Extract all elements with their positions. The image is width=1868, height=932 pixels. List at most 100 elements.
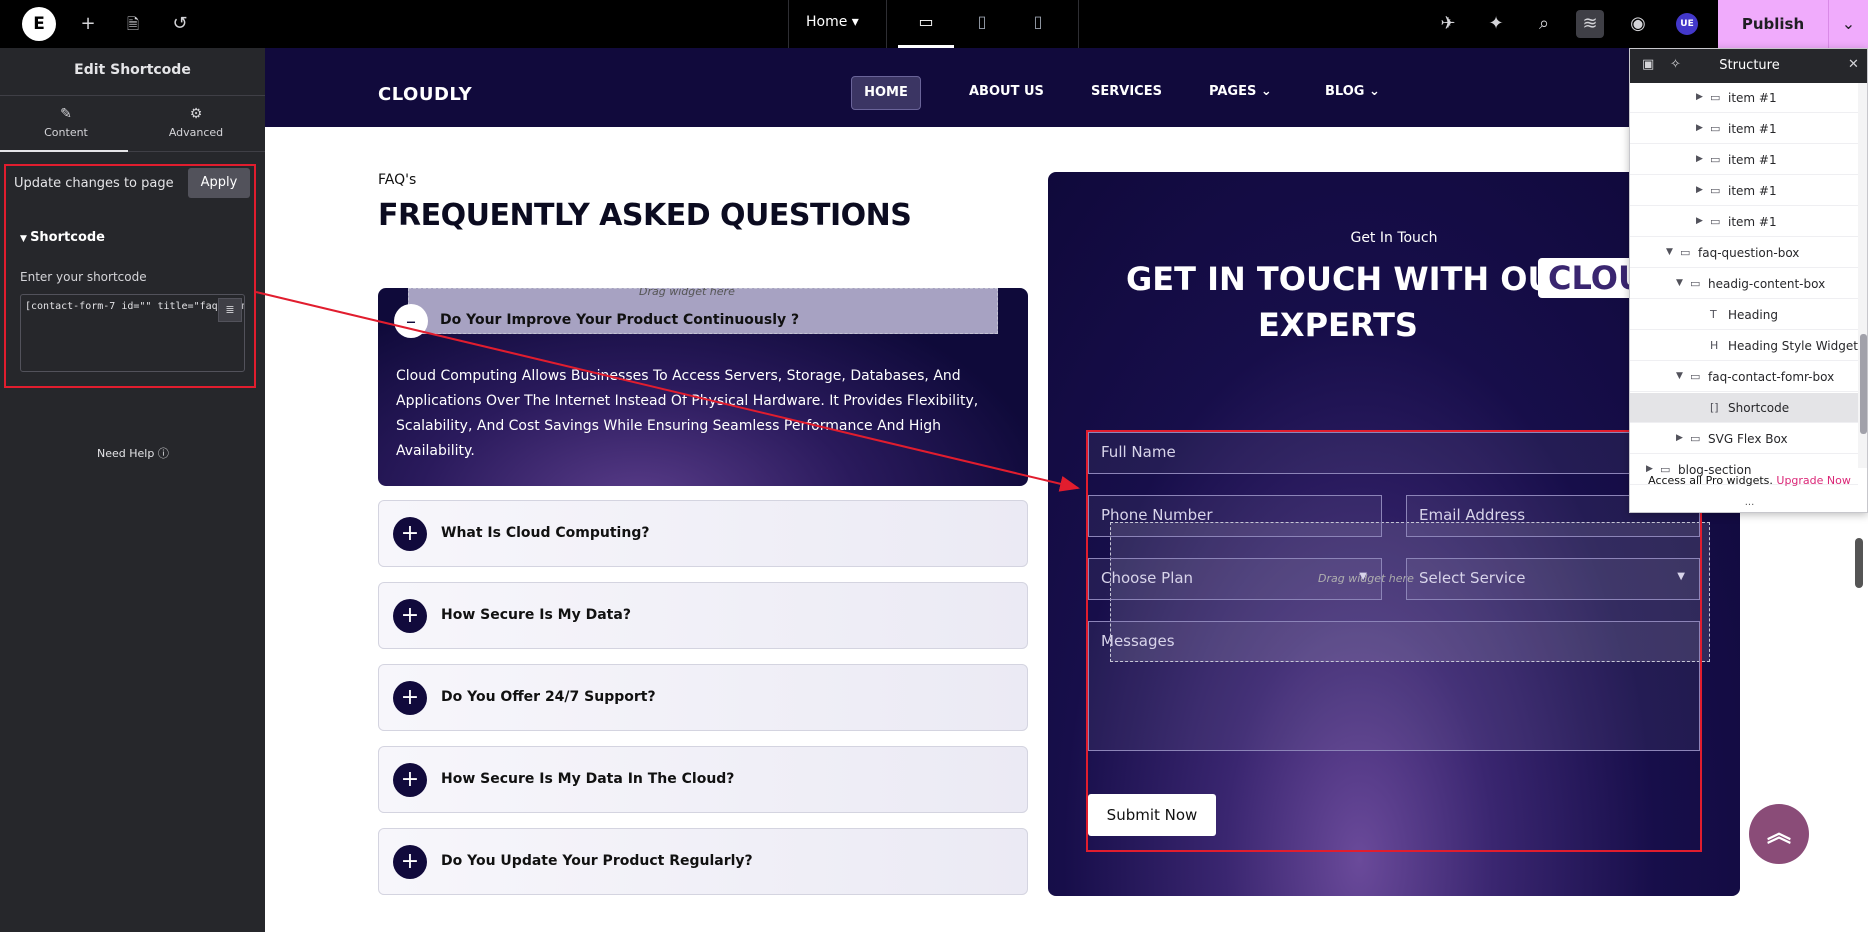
structure-row[interactable]: ▶ ▭ item #1 — [1630, 83, 1858, 113]
faq-item[interactable]: + Do You Offer 24/7 Support? — [378, 664, 1028, 731]
caret-right-icon[interactable]: ▶ — [1696, 216, 1703, 226]
search-icon[interactable]: ⌕ — [1530, 10, 1558, 38]
preview-icon[interactable]: ◉ — [1624, 10, 1652, 38]
mobile-icon[interactable]: ▯ — [1026, 12, 1050, 36]
element-icon: ▭ — [1710, 122, 1721, 135]
close-icon[interactable]: ✕ — [1848, 57, 1859, 72]
caret-down-icon[interactable]: ▼ — [1676, 371, 1683, 381]
faq-question: How Secure Is My Data? — [441, 607, 631, 623]
gear-icon: ⚙ — [189, 106, 203, 122]
faq-question[interactable]: Do Your Improve Your Product Continuousl… — [440, 312, 799, 328]
caret-right-icon[interactable]: ▶ — [1696, 123, 1703, 133]
chevron-down-icon[interactable]: ⌄ — [1828, 0, 1868, 48]
apply-button[interactable]: Apply — [188, 168, 250, 198]
nav-blog[interactable]: BLOG ⌄ — [1325, 84, 1380, 99]
structure-row-label: faq-question-box — [1698, 246, 1800, 260]
structure-row[interactable]: ▶ ▭ item #1 — [1630, 176, 1858, 206]
shortcode-section-toggle[interactable]: ▼ Shortcode — [20, 230, 105, 245]
notifications-icon[interactable]: ✦ — [1482, 10, 1510, 38]
tab-content[interactable]: ✎ Content — [0, 106, 132, 139]
caret-right-icon[interactable]: ▶ — [1696, 92, 1703, 102]
dynamic-tags-icon[interactable]: ≣ — [218, 298, 242, 322]
caret-down-icon: ▼ — [20, 234, 31, 244]
element-icon: ▭ — [1680, 246, 1691, 259]
canvas-scrollbar[interactable] — [1855, 538, 1863, 588]
structure-title: Structure — [1719, 58, 1780, 73]
nav-services[interactable]: SERVICES — [1091, 84, 1162, 99]
need-help-label: Need Help — [97, 447, 155, 460]
publish-button[interactable]: Publish — [1718, 0, 1828, 48]
element-icon: T — [1710, 308, 1717, 321]
structure-row-label: Heading — [1728, 308, 1778, 322]
shortcode-textarea[interactable]: [contact-form-7 id="" title="faq Form"] — [20, 294, 245, 372]
minus-icon[interactable]: – — [394, 304, 428, 338]
faq-item[interactable]: + How Secure Is My Data? — [378, 582, 1028, 649]
more-handle[interactable]: ... — [1630, 497, 1867, 508]
structure-row-label: item #1 — [1728, 153, 1777, 167]
structure-row[interactable]: ▶ ▭ item #1 — [1630, 207, 1858, 237]
desktop-icon[interactable]: ▭ — [914, 12, 938, 36]
nav-blog-label: BLOG — [1325, 84, 1365, 99]
chevron-down-icon: ⌄ — [1368, 84, 1380, 99]
need-help-link[interactable]: Need Help ⓘ — [97, 445, 169, 461]
add-icon[interactable]: + — [74, 10, 102, 38]
shortcode-field-label: Enter your shortcode — [20, 270, 147, 284]
faq-item[interactable]: + Do You Update Your Product Regularly? — [378, 828, 1028, 895]
structure-row-label: item #1 — [1728, 215, 1777, 229]
tablet-icon[interactable]: ▯ — [970, 12, 994, 36]
faq-item[interactable]: + What Is Cloud Computing? — [378, 500, 1028, 567]
structure-row-label: item #1 — [1728, 184, 1777, 198]
structure-scrollbar[interactable] — [1860, 334, 1867, 434]
faq-item-open[interactable]: Drag widget here – Do Your Improve Your … — [378, 288, 1028, 486]
structure-row[interactable]: ▶ ▭ item #1 — [1630, 145, 1858, 175]
caret-right-icon[interactable]: ▶ — [1676, 433, 1683, 443]
element-icon: [] — [1710, 401, 1719, 414]
upgrade-link[interactable]: Upgrade Now — [1776, 474, 1850, 487]
page-settings-icon[interactable]: 🗎 — [119, 10, 147, 38]
caret-right-icon[interactable]: ▶ — [1696, 185, 1703, 195]
structure-row[interactable]: [] Shortcode — [1630, 393, 1858, 423]
nav-home[interactable]: HOME — [851, 76, 921, 110]
plus-icon: + — [393, 763, 427, 797]
structure-row[interactable]: H Heading Style Widget — [1630, 331, 1858, 361]
tab-advanced[interactable]: ⚙ Advanced — [130, 106, 262, 139]
rocket-icon[interactable]: ✈ — [1434, 10, 1462, 38]
structure-row-label: item #1 — [1728, 91, 1777, 105]
structure-header: ▣ ✧ Structure ✕ — [1630, 49, 1867, 83]
structure-row-label: SVG Flex Box — [1708, 432, 1788, 446]
structure-panel: ▣ ✧ Structure ✕ ▶ ▭ item #1 ▶ ▭ item #1 ▶ ▭ item… — [1629, 48, 1868, 513]
avatar[interactable]: UE — [1676, 13, 1698, 35]
scroll-to-top-icon[interactable]: ︽ — [1749, 804, 1809, 864]
faq-heading: FREQUENTLY ASKED QUESTIONS — [378, 198, 912, 233]
nav-pages[interactable]: PAGES ⌄ — [1209, 84, 1272, 99]
faq-question: How Secure Is My Data In The Cloud? — [441, 771, 735, 787]
site-brand[interactable]: CLOUDLY — [378, 84, 472, 105]
layers-icon[interactable]: ≋ — [1576, 10, 1604, 38]
structure-row[interactable]: ▶ ▭ SVG Flex Box — [1630, 424, 1858, 454]
structure-row[interactable]: ▼ ▭ faq-contact-fomr-box — [1630, 362, 1858, 392]
panel-title: Edit Shortcode — [0, 48, 265, 96]
history-icon[interactable]: ↺ — [166, 10, 194, 38]
faq-item[interactable]: + How Secure Is My Data In The Cloud? — [378, 746, 1028, 813]
element-icon: ▭ — [1690, 277, 1701, 290]
nav-pages-label: PAGES — [1209, 84, 1257, 99]
page-selector[interactable]: Home ▾ — [806, 14, 859, 30]
caret-down-icon[interactable]: ▼ — [1676, 278, 1683, 288]
nav-about[interactable]: ABOUT US — [969, 84, 1044, 99]
element-icon: ▭ — [1710, 91, 1721, 104]
structure-row[interactable]: ▼ ▭ faq-question-box — [1630, 238, 1858, 268]
caret-down-icon[interactable]: ▼ — [1666, 247, 1673, 257]
caret-right-icon[interactable]: ▶ — [1646, 464, 1653, 474]
elementor-logo[interactable]: E — [22, 7, 56, 41]
plus-icon: + — [393, 681, 427, 715]
upgrade-notice-text: Access all Pro widgets. — [1648, 474, 1773, 487]
plus-icon: + — [393, 845, 427, 879]
active-tab-indicator — [0, 150, 128, 152]
contact-heading-line2: EXPERTS — [1258, 306, 1418, 344]
structure-row[interactable]: ▼ ▭ headig-content-box — [1630, 269, 1858, 299]
structure-row[interactable]: T Heading — [1630, 300, 1858, 330]
upgrade-notice: Access all Pro widgets. Upgrade Now — [1630, 474, 1867, 487]
contact-heading: GET IN TOUCH WITH OUR — [1126, 260, 1579, 298]
caret-right-icon[interactable]: ▶ — [1696, 154, 1703, 164]
structure-row[interactable]: ▶ ▭ item #1 — [1630, 114, 1858, 144]
